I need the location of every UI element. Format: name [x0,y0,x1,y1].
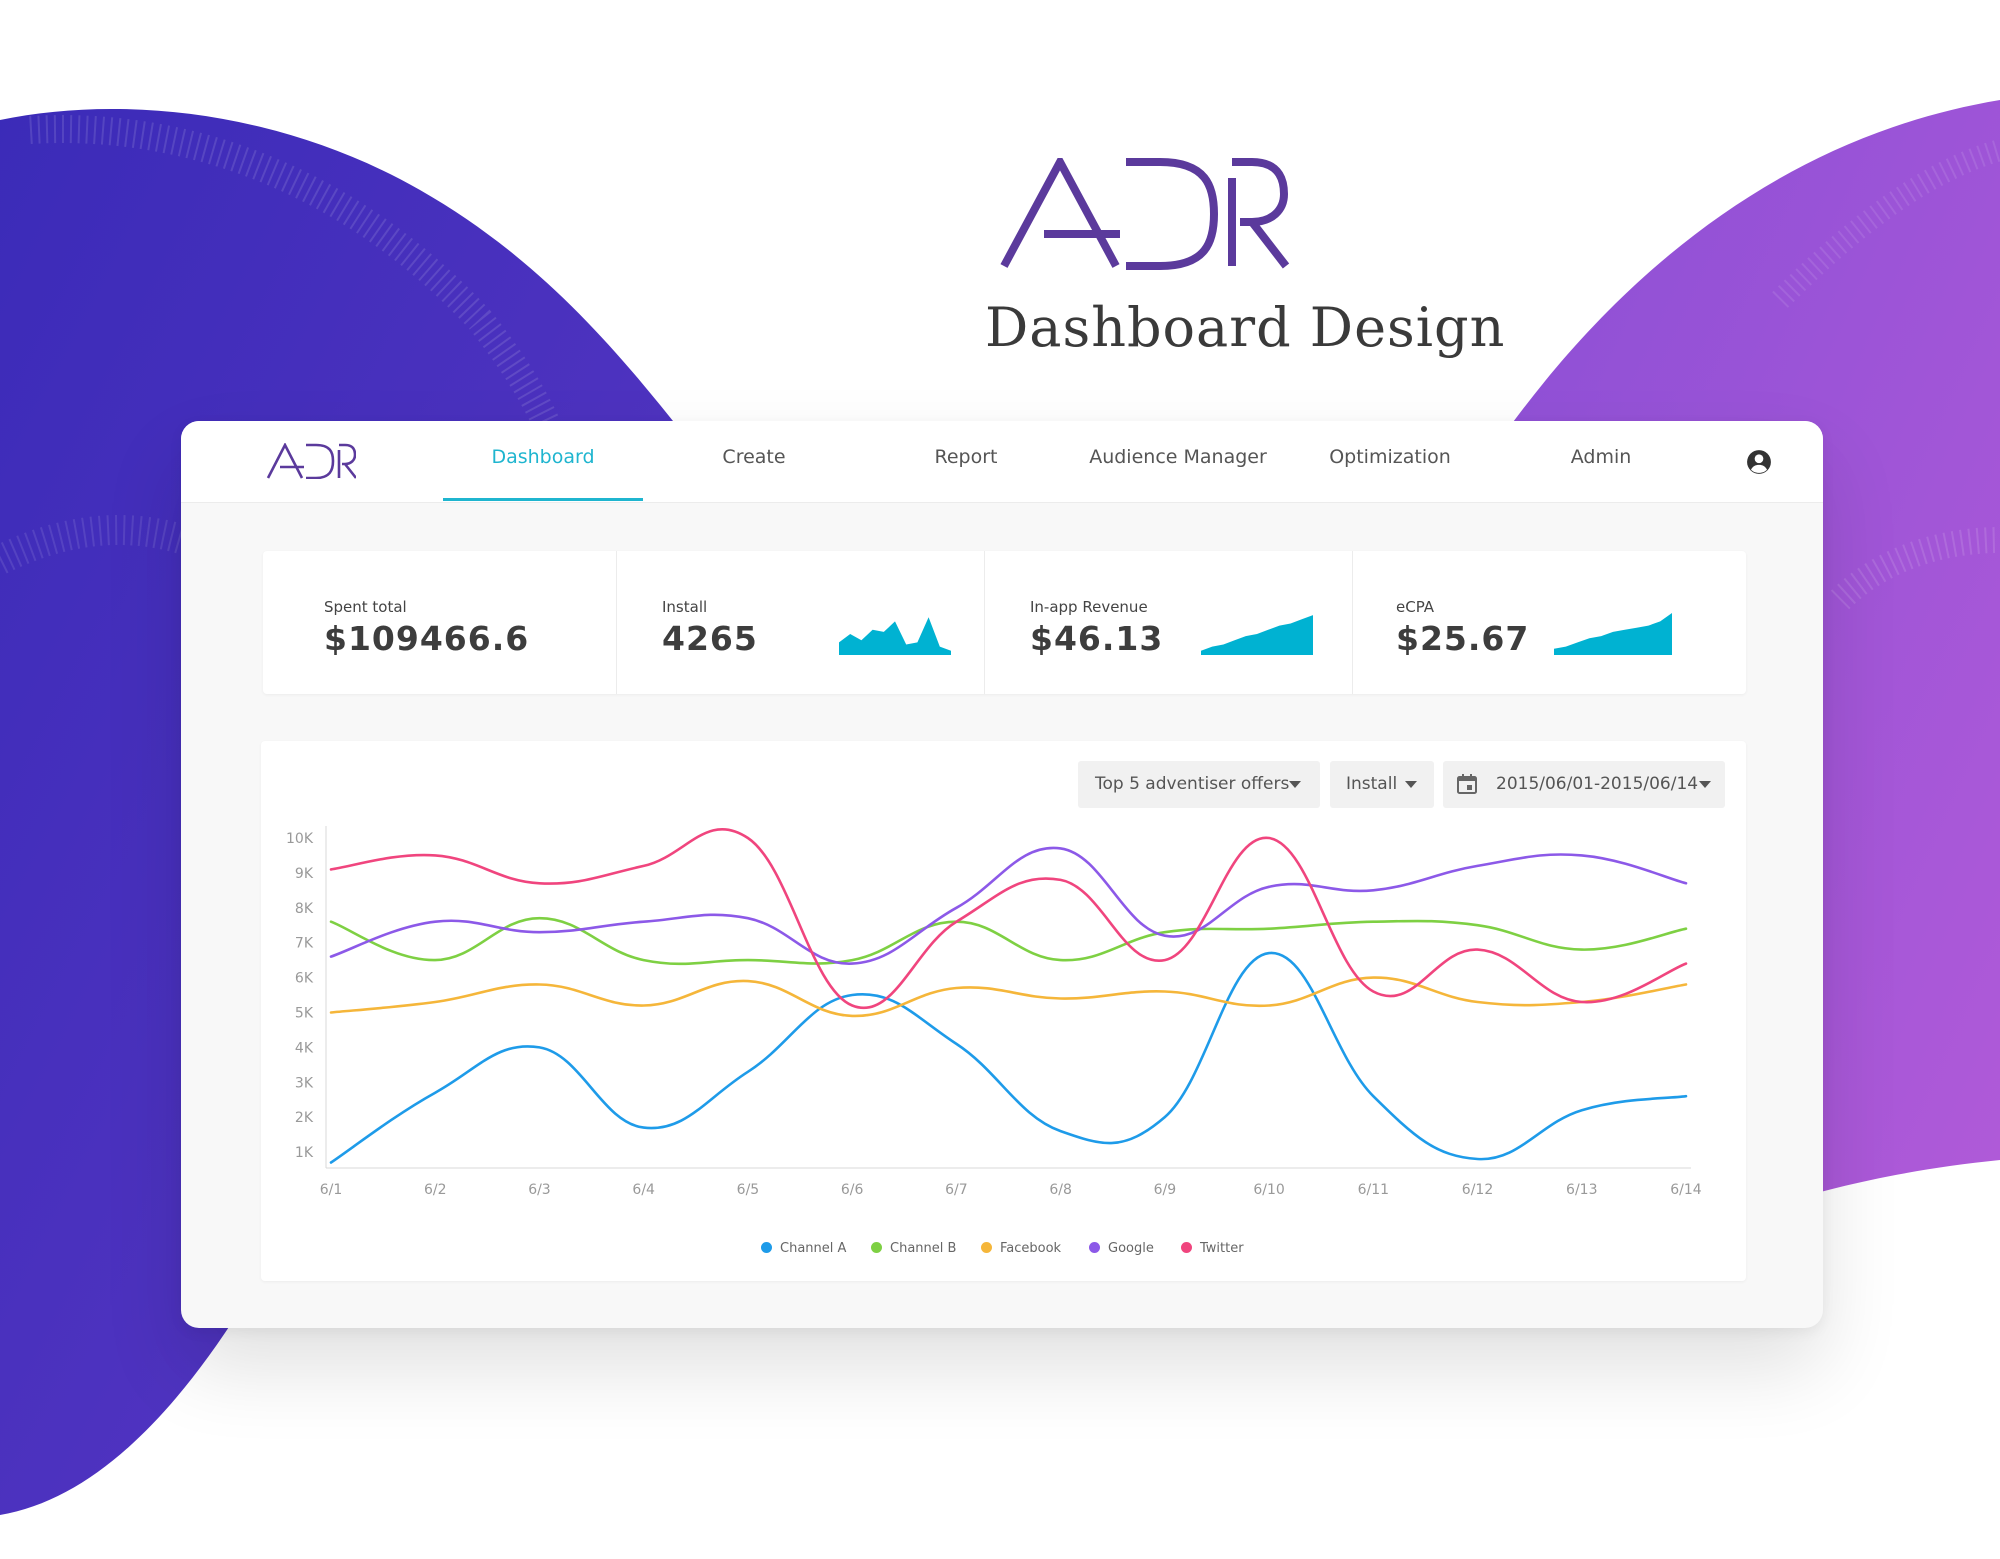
hero-logo [1000,158,1290,270]
legend-label: Facebook [1000,1241,1062,1256]
install-sparkline [839,617,951,655]
chevron-down-icon [1289,781,1301,788]
x-tick-label: 6/2 [424,1182,447,1198]
revenue-sparkline [1201,615,1313,655]
kpi-install: Install 4265 [617,551,985,694]
nav-create[interactable]: Create [654,446,854,502]
chevron-down-icon [1405,781,1417,788]
x-tick-label: 6/5 [737,1182,760,1198]
x-tick-label: 6/8 [1049,1182,1072,1198]
kpi-label: In-app Revenue [1030,598,1148,616]
dashboard-app: Dashboard Create Report Audience Manager… [181,421,1823,1328]
active-tab-indicator [443,498,643,501]
chart-legend: Channel A Channel B Facebook Google Twitter [261,1241,1746,1265]
legend-dot [761,1242,772,1253]
ecpa-sparkline [1554,613,1672,655]
metric-dropdown-label: Install [1346,774,1398,794]
account-circle-icon[interactable] [1746,449,1772,475]
nav-audience-manager[interactable]: Audience Manager [1078,446,1278,502]
metric-dropdown[interactable]: Install [1330,761,1434,808]
legend-item[interactable]: Channel A [761,1241,846,1256]
kpi-ecpa: eCPA $25.67 [1353,551,1746,694]
x-tick-label: 6/1 [320,1182,343,1198]
y-tick-label: 5K [295,1005,314,1021]
kpi-row: Spent total $109466.6 Install 4265 In-ap… [263,551,1746,694]
chart-card: Top 5 adventiser offers Install 2015/06/… [261,741,1746,1281]
hero-title: Dashboard Design [985,296,1506,359]
offers-dropdown-label: Top 5 adventiser offers [1095,774,1290,794]
y-tick-label: 8K [295,901,314,917]
nav-optimization[interactable]: Optimization [1290,446,1490,502]
kpi-label: eCPA [1396,598,1435,616]
y-tick-label: 10K [286,831,314,847]
legend-dot [981,1242,992,1253]
series-line-google[interactable] [329,846,1688,965]
kpi-spent-total: Spent total $109466.6 [263,551,617,694]
offers-dropdown[interactable]: Top 5 adventiser offers [1078,761,1320,808]
x-tick-label: 6/7 [945,1182,968,1198]
legend-item[interactable]: Google [1089,1241,1154,1256]
kpi-value: $109466.6 [324,619,530,658]
y-tick-label: 3K [295,1075,314,1091]
nav-dashboard[interactable]: Dashboard [443,446,643,502]
y-tick-label: 4K [295,1040,314,1056]
legend-dot [1181,1242,1192,1253]
y-tick-label: 2K [295,1110,314,1126]
nav-admin[interactable]: Admin [1501,446,1701,502]
x-tick-label: 6/11 [1358,1182,1389,1198]
top-nav: Dashboard Create Report Audience Manager… [181,421,1823,503]
legend-label: Channel B [890,1241,957,1256]
series-line-facebook[interactable] [329,976,1688,1018]
legend-dot [871,1242,882,1253]
calendar-icon [1457,774,1477,794]
legend-label: Google [1108,1241,1154,1256]
legend-label: Twitter [1200,1241,1244,1256]
kpi-label: Install [662,598,708,616]
y-tick-label: 7K [295,936,314,952]
nav-report[interactable]: Report [866,446,1066,502]
x-tick-label: 6/6 [841,1182,864,1198]
y-tick-label: 6K [295,971,314,987]
legend-label: Channel A [780,1241,847,1256]
x-tick-label: 6/13 [1566,1182,1597,1198]
y-tick-label: 1K [295,1145,314,1161]
x-tick-label: 6/10 [1253,1182,1284,1198]
line-chart: 1K 2K 3K 4K 5K 6K 7K 8K 9K 10K 6/1 6/2 6/3 6/4 6/5 6/6 6… [286,826,1702,1198]
date-range-label: 2015/06/01-2015/06/14 [1496,774,1699,794]
x-tick-label: 6/4 [632,1182,655,1198]
legend-dot [1089,1242,1100,1253]
date-range-picker[interactable]: 2015/06/01-2015/06/14 [1443,761,1725,808]
sparkline-area [1554,613,1672,655]
x-tick-label: 6/12 [1462,1182,1493,1198]
kpi-value: 4265 [662,619,758,658]
y-tick-label: 9K [295,866,314,882]
x-tick-label: 6/3 [528,1182,551,1198]
chevron-down-icon [1699,781,1711,788]
sparkline-area [1201,615,1313,655]
legend-item[interactable]: Facebook [981,1241,1061,1256]
nav-logo[interactable] [266,443,356,479]
kpi-in-app-revenue: In-app Revenue $46.13 [985,551,1353,694]
sparkline-area [839,617,951,655]
x-tick-label: 6/14 [1670,1182,1702,1198]
legend-item[interactable]: Channel B [871,1241,956,1256]
kpi-label: Spent total [324,598,407,616]
kpi-value: $46.13 [1030,619,1164,658]
legend-item[interactable]: Twitter [1181,1241,1244,1256]
kpi-value: $25.67 [1396,619,1530,658]
x-tick-label: 6/9 [1154,1182,1177,1198]
series-line-channel-b[interactable] [329,916,1688,966]
